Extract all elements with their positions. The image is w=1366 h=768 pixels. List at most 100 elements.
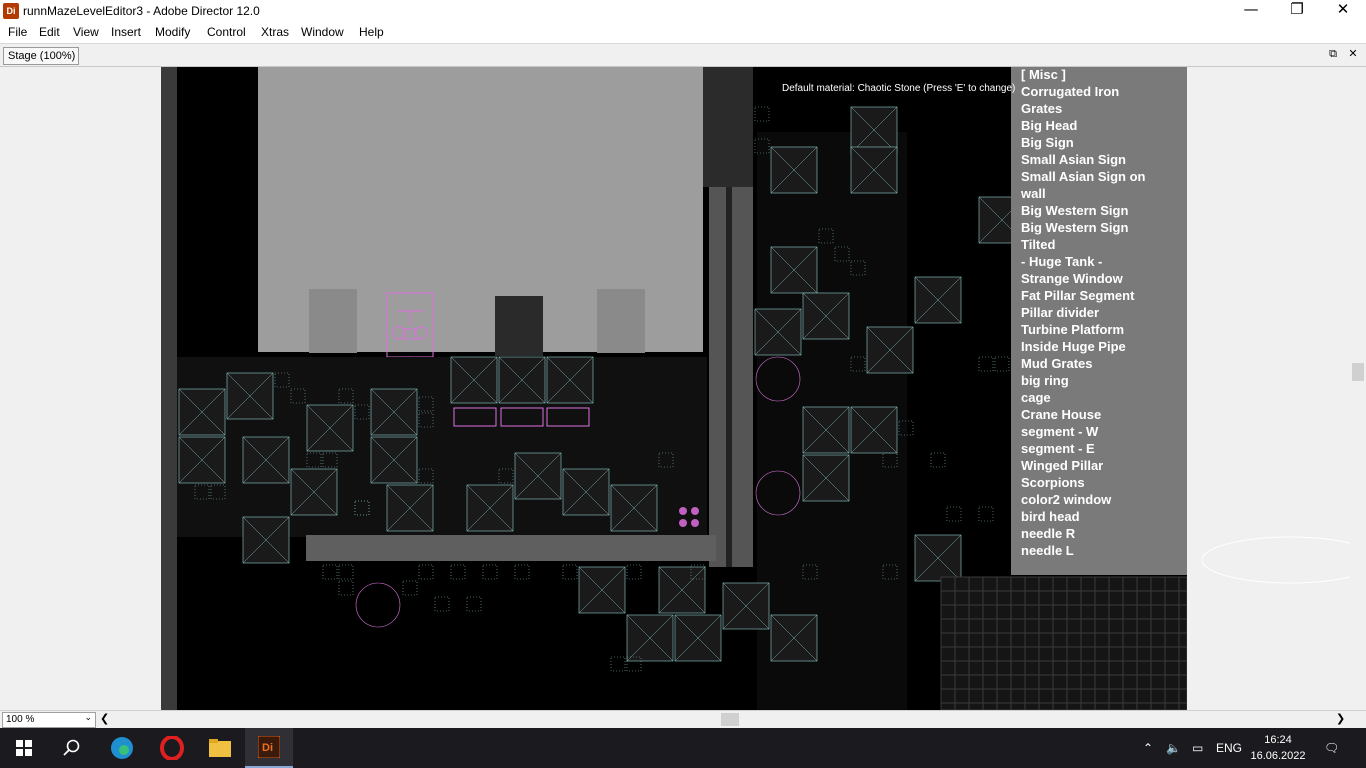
network-icon[interactable]: ▭ xyxy=(1192,728,1203,768)
props-list-item[interactable]: Fat Pillar Segment xyxy=(1021,288,1135,303)
faded-head-left xyxy=(309,289,357,353)
panel-maximize-icon[interactable]: ⧉ xyxy=(1326,47,1340,61)
menu-bar: File Edit View Insert Modify Control Xtr… xyxy=(0,23,1366,43)
taskbar: Di ⌃ 🔈 ▭ ENG 16:24 16.06.2022 🗨 xyxy=(0,728,1366,768)
props-list-item[interactable]: Pillar divider xyxy=(1021,305,1099,320)
props-list-item[interactable]: Small Asian Sign xyxy=(1021,152,1126,167)
horizontal-scroll-thumb[interactable] xyxy=(721,713,739,726)
vertical-scroll-thumb[interactable] xyxy=(1352,363,1364,381)
props-list-item[interactable]: color2 window xyxy=(1021,492,1112,507)
props-list-item[interactable]: needle L xyxy=(1021,543,1074,558)
dark-block xyxy=(495,296,543,356)
director-icon[interactable]: Di xyxy=(245,728,293,768)
minimize-button[interactable]: — xyxy=(1228,0,1274,23)
props-list-item[interactable]: bird head xyxy=(1021,509,1080,524)
chevron-down-icon: ⌄ xyxy=(84,713,92,723)
chevron-up-icon[interactable]: ⌃ xyxy=(1143,728,1153,768)
menu-window[interactable]: Window xyxy=(299,25,346,39)
grate-tile xyxy=(946,506,962,522)
svg-text:Di: Di xyxy=(262,742,273,754)
props-list-item[interactable]: wall xyxy=(1020,186,1046,201)
grate-tile xyxy=(402,580,418,596)
grate-tile xyxy=(482,564,498,580)
props-list-item[interactable]: Tilted xyxy=(1021,237,1055,252)
props-list-item[interactable]: Big Western Sign xyxy=(1021,220,1128,235)
stage-tab-bar: Stage (100%) ⧉ ✕ xyxy=(0,43,1366,67)
menu-file[interactable]: File xyxy=(6,25,29,39)
opera-icon[interactable] xyxy=(148,728,196,768)
props-list-item[interactable]: big ring xyxy=(1021,373,1069,388)
title-bar: Di runnMazeLevelEditor3 - Adobe Director… xyxy=(0,0,1366,23)
faded-head-right xyxy=(597,289,645,353)
grate-tile xyxy=(930,452,946,468)
floor-strip xyxy=(306,535,716,561)
grate-tile xyxy=(418,564,434,580)
props-list-item[interactable]: Mud Grates xyxy=(1021,356,1093,371)
props-list-item[interactable]: Big Western Sign xyxy=(1021,203,1128,218)
edge-icon[interactable] xyxy=(98,728,146,768)
stage-area: Default material: Chaotic Stone (Press '… xyxy=(0,67,1350,710)
props-list-item[interactable]: cage xyxy=(1021,390,1051,405)
zoom-value: 100 % xyxy=(6,714,35,725)
menu-insert[interactable]: Insert xyxy=(109,25,143,39)
grate-tile xyxy=(514,564,530,580)
props-list-item[interactable]: Small Asian Sign on xyxy=(1021,169,1146,184)
props-list-item[interactable]: segment - W xyxy=(1021,424,1099,439)
speaker-icon[interactable]: 🔈 xyxy=(1166,728,1181,768)
props-list-item[interactable]: Inside Huge Pipe xyxy=(1021,339,1126,354)
props-list-item[interactable]: [ Misc ] xyxy=(1021,67,1066,82)
props-list-item[interactable]: segment - E xyxy=(1021,441,1095,456)
ellipse-overlay xyxy=(1201,536,1350,584)
level-map[interactable]: Default material: Chaotic Stone (Press '… xyxy=(161,67,1187,710)
props-list-item[interactable]: Big Sign xyxy=(1021,135,1074,150)
menu-view[interactable]: View xyxy=(71,25,101,39)
grate-tile xyxy=(978,356,994,372)
grate-grid xyxy=(940,576,1187,710)
props-list-item[interactable]: Corrugated Iron xyxy=(1021,84,1119,99)
menu-modify[interactable]: Modify xyxy=(153,25,192,39)
grate-tile xyxy=(450,564,466,580)
director-app-icon: Di xyxy=(3,3,19,19)
stage-tab[interactable]: Stage (100%) xyxy=(3,47,79,65)
restore-button[interactable]: ❐ xyxy=(1274,0,1320,23)
dark-tower xyxy=(703,67,753,187)
props-list-item[interactable]: Turbine Platform xyxy=(1021,322,1124,337)
scroll-right-icon[interactable]: ❯ xyxy=(1336,712,1345,725)
props-list-item[interactable]: Scorpions xyxy=(1021,475,1085,490)
level-editor-canvas[interactable]: Default material: Chaotic Stone (Press '… xyxy=(161,67,1187,710)
shaft-line xyxy=(726,187,732,567)
default-material-label: Default material: Chaotic Stone (Press '… xyxy=(782,83,1015,94)
grate-tile xyxy=(338,564,354,580)
menu-xtras[interactable]: Xtras xyxy=(259,25,291,39)
grate-tile xyxy=(994,356,1010,372)
grate-tile xyxy=(626,564,642,580)
vertical-scrollbar[interactable] xyxy=(1350,67,1366,710)
grate-tile xyxy=(322,564,338,580)
zoom-select[interactable]: 100 % ⌄ xyxy=(2,712,96,728)
menu-help[interactable]: Help xyxy=(357,25,386,39)
props-list-item[interactable]: Big Head xyxy=(1021,118,1077,133)
close-button[interactable]: ✕ xyxy=(1320,0,1366,23)
grate-tile xyxy=(610,656,626,672)
grate-tile xyxy=(754,106,770,122)
props-list-item[interactable]: - Huge Tank - xyxy=(1021,254,1102,269)
scroll-left-icon[interactable]: ❮ xyxy=(100,712,109,725)
panel-close-icon[interactable]: ✕ xyxy=(1346,47,1360,61)
search-icon[interactable] xyxy=(48,728,96,768)
props-list-item[interactable]: Winged Pillar xyxy=(1021,458,1103,473)
props-list-item[interactable]: needle R xyxy=(1021,526,1076,541)
props-list-item[interactable]: Crane House xyxy=(1021,407,1101,422)
notification-icon[interactable]: 🗨 xyxy=(1324,728,1339,768)
clock[interactable]: 16:24 16.06.2022 xyxy=(1248,732,1308,764)
file-explorer-icon[interactable] xyxy=(196,728,244,768)
props-list-item[interactable]: Strange Window xyxy=(1021,271,1124,286)
menu-edit[interactable]: Edit xyxy=(37,25,62,39)
grate-tile xyxy=(434,596,450,612)
clock-date: 16.06.2022 xyxy=(1250,750,1306,762)
start-icon[interactable] xyxy=(0,728,48,768)
language-indicator[interactable]: ENG xyxy=(1216,728,1242,768)
window-title: runnMazeLevelEditor3 - Adobe Director 12… xyxy=(23,4,260,18)
menu-control[interactable]: Control xyxy=(205,25,248,39)
props-list-item[interactable]: Grates xyxy=(1021,101,1062,116)
grate-tile xyxy=(466,596,482,612)
